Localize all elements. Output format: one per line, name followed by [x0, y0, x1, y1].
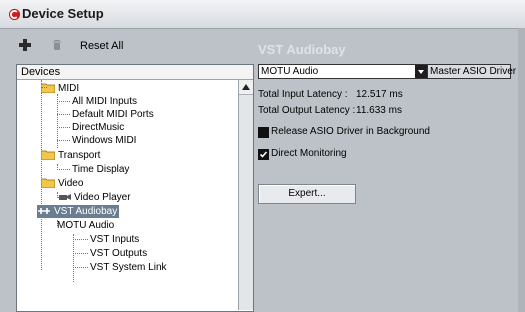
- chevron-down-icon[interactable]: [415, 65, 427, 78]
- folder-icon: [41, 83, 55, 94]
- tree-item-time-display[interactable]: Time Display: [72, 163, 129, 176]
- devices-header: Devices: [17, 65, 253, 80]
- window-edge: [518, 28, 525, 312]
- tree-item-video-player[interactable]: Video Player: [59, 191, 131, 204]
- folder-icon: [41, 178, 55, 189]
- arrow-up-icon: [242, 84, 250, 90]
- master-asio-driver-button[interactable]: Master ASIO Driver: [427, 64, 516, 79]
- tree-tick: [57, 140, 70, 141]
- audiobay-icon: [38, 208, 50, 215]
- asio-driver-select[interactable]: MOTU Audio: [258, 64, 428, 79]
- tree-item-transport[interactable]: Transport: [41, 149, 100, 162]
- folder-icon: [41, 150, 55, 161]
- tree-tick: [73, 267, 88, 268]
- direct-monitoring-label: Direct Monitoring: [271, 148, 347, 159]
- input-latency-label: Total Input Latency :: [258, 89, 348, 100]
- tree-guide: [73, 234, 74, 282]
- tree-item-vst-audiobay[interactable]: VST Audiobay: [37, 205, 120, 218]
- tree-tick: [57, 114, 70, 115]
- output-latency-label: Total Output Latency :: [258, 105, 356, 116]
- device-setup-window: Device Setup Reset All Devices MIDI All …: [0, 0, 525, 312]
- tree-tick: [57, 197, 59, 198]
- tree-tick: [57, 101, 70, 102]
- tree-item-vst-outputs[interactable]: VST Outputs: [90, 247, 147, 260]
- tree-item-windows-midi[interactable]: Windows MIDI: [72, 134, 136, 147]
- direct-monitoring-checkbox[interactable]: [258, 149, 269, 160]
- release-driver-checkbox[interactable]: [258, 127, 269, 138]
- tree-item-video[interactable]: Video: [41, 177, 83, 190]
- output-latency-value: 11.633 ms: [356, 105, 402, 116]
- reset-all-button[interactable]: Reset All: [80, 40, 123, 52]
- release-driver-label: Release ASIO Driver in Background: [271, 126, 430, 137]
- input-latency-value: 12.517 ms: [356, 89, 403, 100]
- tree-tick: [73, 239, 88, 240]
- expert-button[interactable]: Expert...: [258, 184, 356, 204]
- scroll-up-button[interactable]: [239, 80, 253, 95]
- window-title: Device Setup: [22, 6, 104, 21]
- devices-tree[interactable]: MIDI All MIDI Inputs Default MIDI Ports …: [17, 80, 237, 310]
- tree-tick: [57, 169, 70, 170]
- tree-item-midi[interactable]: MIDI: [41, 82, 79, 95]
- devices-scrollbar[interactable]: [238, 80, 253, 310]
- panel-title: VST Audiobay: [258, 42, 346, 57]
- tree-item-motu-audio[interactable]: MOTU Audio: [57, 219, 114, 232]
- tree-item-vst-system-link[interactable]: VST System Link: [90, 261, 167, 274]
- video-device-icon: [59, 194, 71, 201]
- devices-panel: Devices MIDI All MIDI Inputs Default MID…: [16, 64, 254, 312]
- tree-item-directmusic[interactable]: DirectMusic: [72, 121, 124, 134]
- add-device-icon[interactable]: [18, 38, 32, 52]
- tree-tick: [41, 87, 47, 88]
- check-icon: [259, 151, 268, 158]
- title-bar: Device Setup: [0, 0, 525, 29]
- tree-tick: [73, 253, 88, 254]
- tree-tick: [57, 127, 70, 128]
- tree-item-default-midi-ports[interactable]: Default MIDI Ports: [72, 108, 154, 121]
- cubase-logo-icon: [8, 8, 21, 21]
- tree-guide: [41, 80, 42, 270]
- tree-item-all-midi-inputs[interactable]: All MIDI Inputs: [72, 95, 137, 108]
- remove-device-icon[interactable]: [50, 38, 64, 52]
- tree-item-vst-inputs[interactable]: VST Inputs: [90, 233, 139, 246]
